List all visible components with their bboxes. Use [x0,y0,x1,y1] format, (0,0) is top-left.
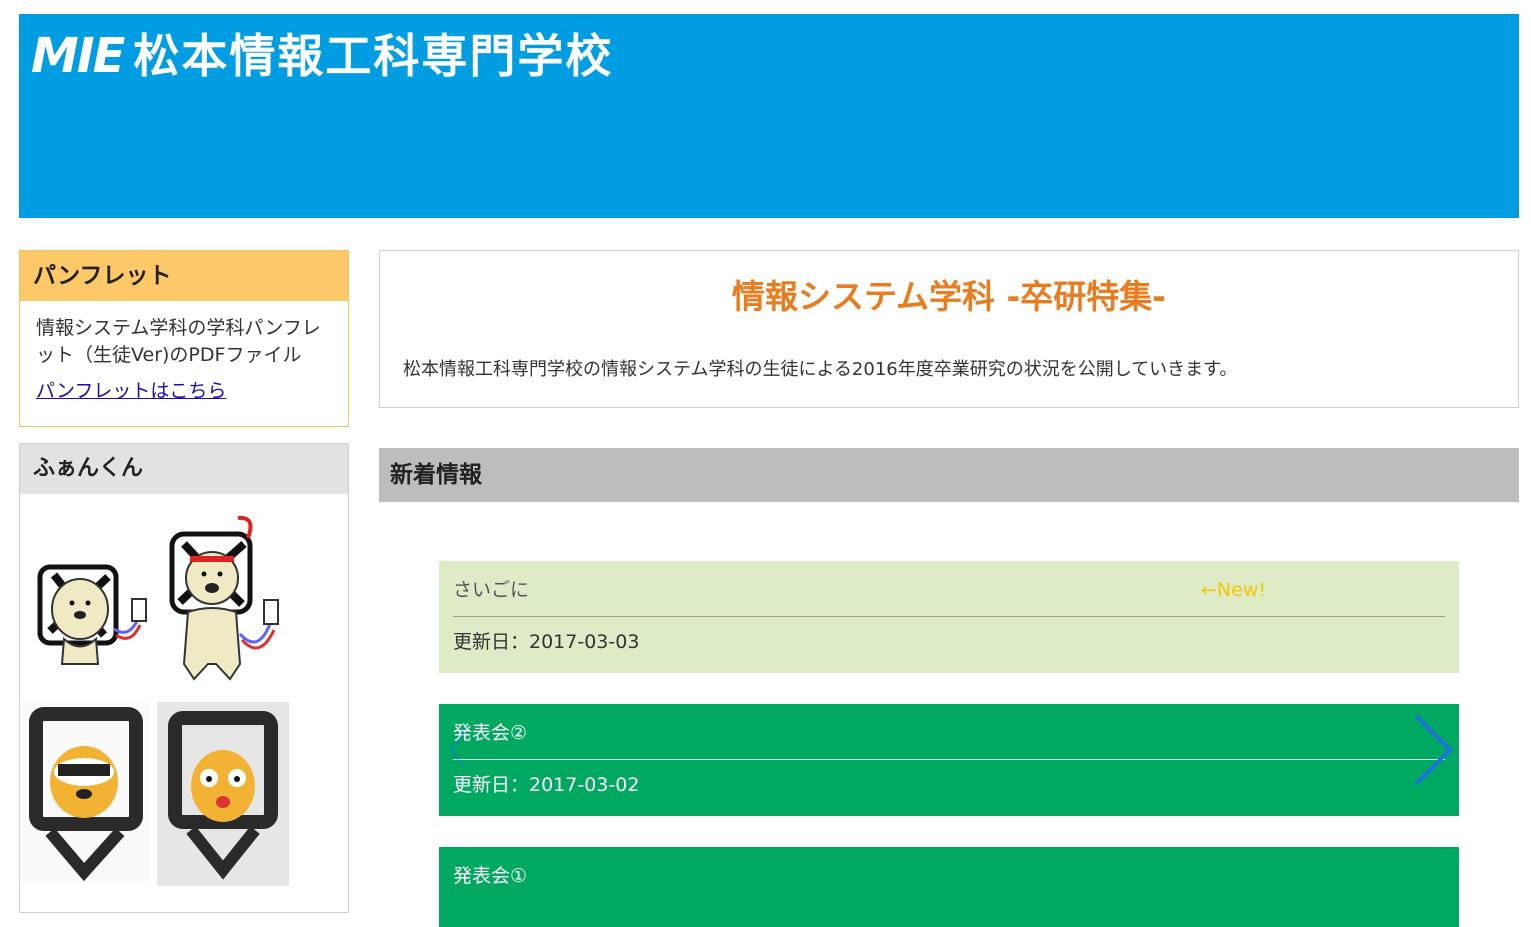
pamphlet-link[interactable]: パンフレットはこちら [36,378,332,405]
fan-mascot-figure-photo-1 [20,702,150,882]
news-item-divider [453,759,1445,760]
new-badge: ←New! [1201,579,1266,601]
news-item[interactable]: 発表会① [439,847,1459,927]
fan-mascot-illustration-sitting [37,564,147,665]
news-item-divider [453,616,1445,617]
intro-text: 松本情報工科専門学校の情報システム学科の生徒による2016年度卒業研究の状況を公… [403,359,1238,380]
fan-mascot-illustration-standing [169,515,279,681]
news-item-title: さいごに [453,579,530,601]
school-logo[interactable]: MIE 松本情報工科専門学校 [31,28,613,84]
school-name: 松本情報工科専門学校 [133,29,614,83]
page-title: 情報システム学科 -卒研特集- [732,277,1166,316]
chevron-right-icon[interactable] [1410,714,1456,786]
fan-box: ふぁんくん [19,443,349,913]
pamphlet-description: 情報システム学科の学科パンフレット（生徒Ver)のPDFファイル [36,317,321,366]
news-heading: 新着情報 [379,448,1519,502]
site-header: MIE 松本情報工科専門学校 [19,14,1519,218]
fan-heading: ふぁんくん [20,444,348,494]
pamphlet-body: 情報システム学科の学科パンフレット（生徒Ver)のPDFファイル パンフレットは… [20,301,348,405]
logo-mark: MIE [31,28,125,84]
chevron-left-icon[interactable] [447,730,467,770]
pamphlet-box: パンフレット 情報システム学科の学科パンフレット（生徒Ver)のPDFファイル … [19,250,349,427]
news-item-title: 発表会① [453,865,528,887]
intro-panel: 情報システム学科 -卒研特集- 松本情報工科専門学校の情報システム学科の生徒によ… [379,250,1519,408]
fan-mascot-figure-photo-2 [157,702,289,886]
pamphlet-heading: パンフレット [20,251,348,301]
news-item[interactable]: さいごに ←New! 更新日：2017-03-03 [439,561,1459,673]
news-item-date: 更新日：2017-03-02 [453,774,640,796]
news-item-date: 更新日：2017-03-03 [453,631,640,653]
news-item[interactable]: 発表会② 更新日：2017-03-02 [439,704,1459,816]
